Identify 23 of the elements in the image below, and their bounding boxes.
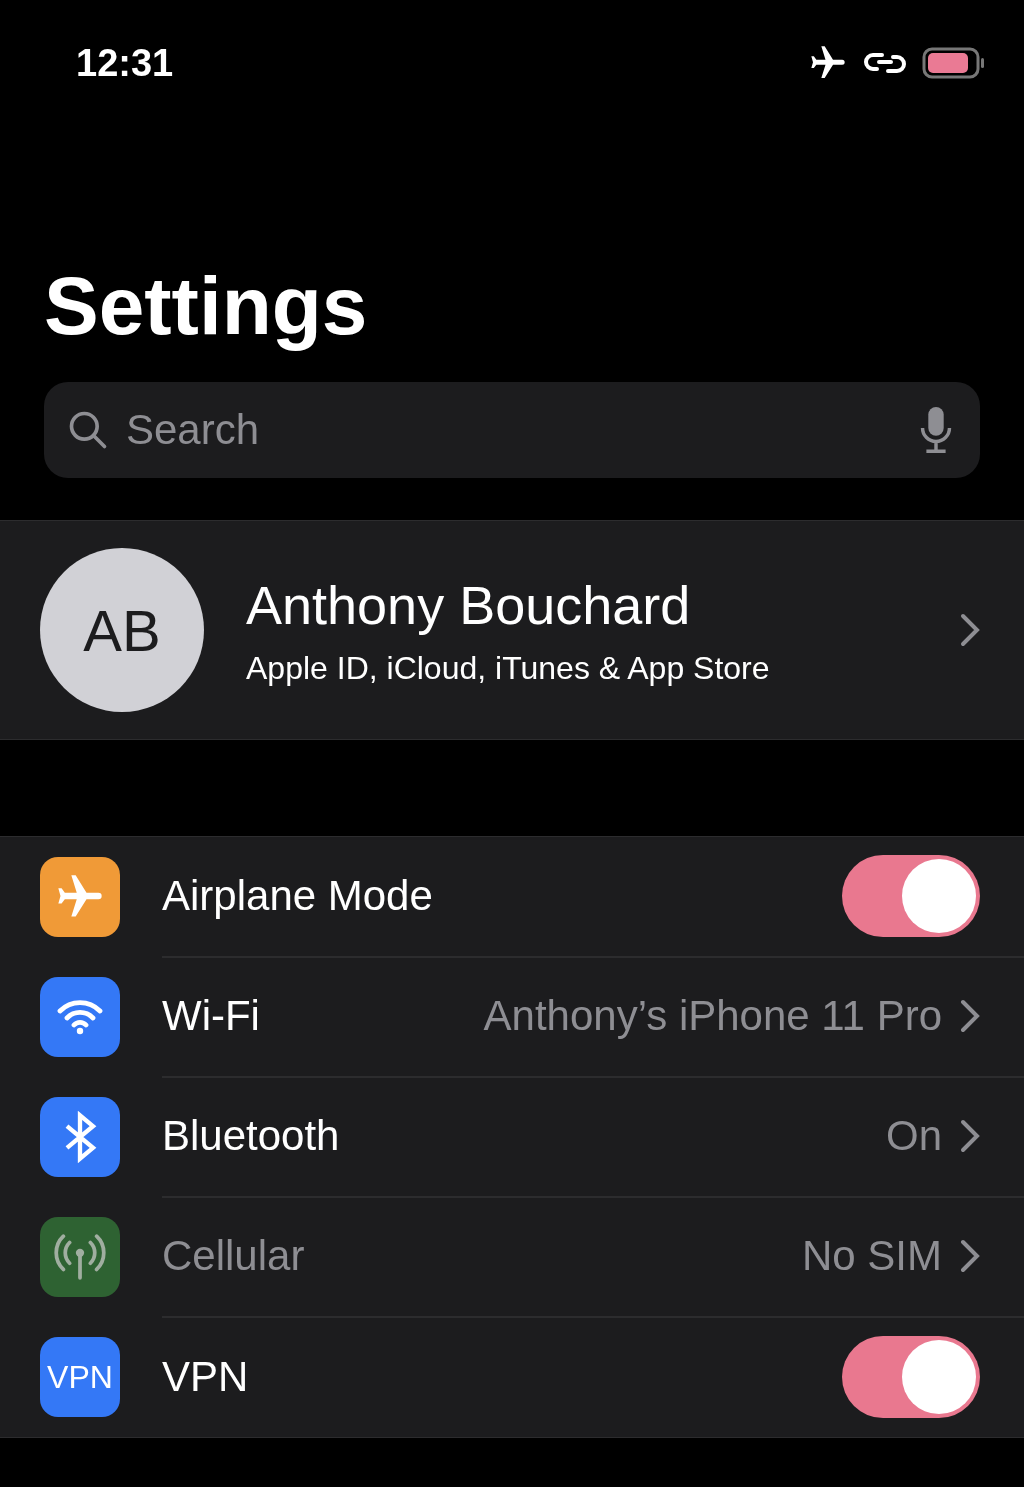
- wifi-icon: [56, 997, 104, 1037]
- profile-name: Anthony Bouchard: [246, 573, 692, 636]
- profile-subtitle: Apple ID, iCloud, iTunes & App Store: [246, 649, 771, 687]
- search-field[interactable]: Search: [44, 382, 980, 478]
- antenna-icon: [53, 1232, 107, 1282]
- vpn-icon-label: VPN: [47, 1358, 113, 1396]
- row-label[interactable]: Airplane Mode: [162, 872, 842, 920]
- row-value: No SIM: [801, 1232, 942, 1280]
- chevron-icon: [960, 613, 980, 647]
- avatar: AB: [40, 548, 204, 712]
- row-value: On: [885, 1112, 942, 1160]
- profile-cell[interactable]: AB Anthony Bouchard Apple ID, iCloud, iTunes & App Store: [0, 520, 1024, 740]
- battery-icon: [922, 47, 986, 79]
- microphone-icon[interactable]: [918, 405, 954, 455]
- row-value: Anthony’s iPhone 11 Pro: [483, 992, 942, 1040]
- row-label[interactable]: Bluetooth: [162, 1112, 886, 1160]
- chevron-icon: [960, 999, 980, 1033]
- chevron-icon: [960, 1119, 980, 1153]
- page-title: Settings: [44, 260, 369, 352]
- row-label[interactable]: Wi-Fi: [162, 992, 484, 1040]
- chevron-icon: [960, 1239, 980, 1273]
- status-time: 12:31: [76, 41, 174, 85]
- row-label[interactable]: VPN: [162, 1353, 842, 1401]
